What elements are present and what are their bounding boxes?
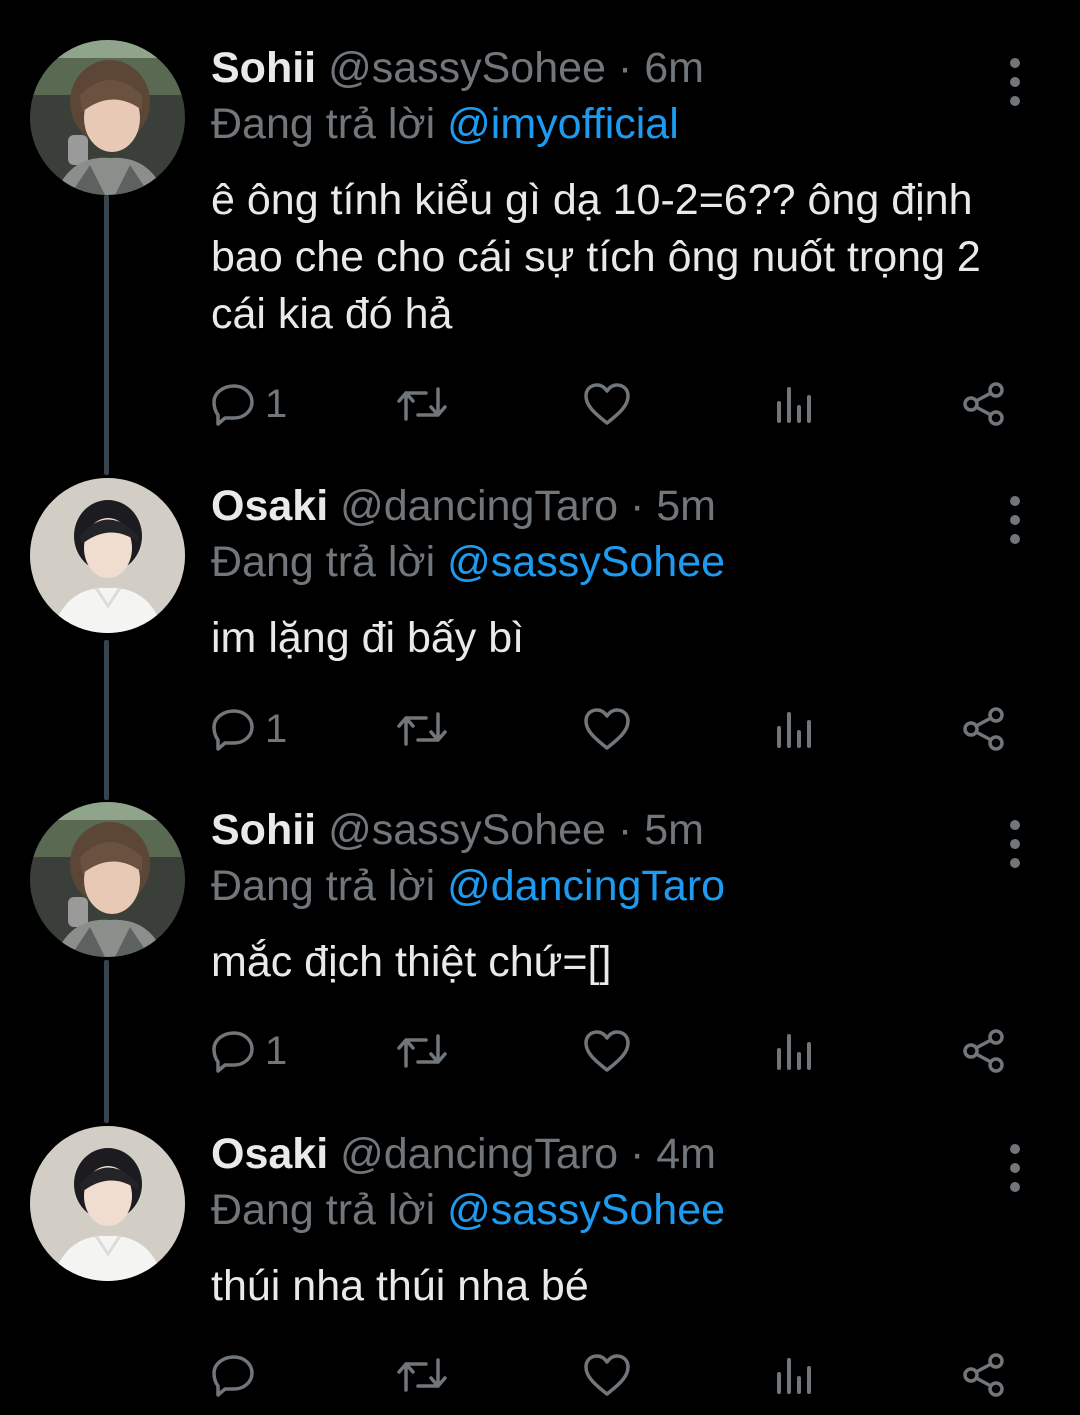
display-name[interactable]: Sohii (211, 806, 316, 854)
retweet-button[interactable] (396, 1345, 448, 1405)
heart-icon (584, 708, 630, 750)
reply-icon (212, 1031, 254, 1073)
replying-to-label: Đang trả lời (211, 862, 436, 910)
heart-icon (584, 1354, 630, 1396)
retweet-icon (397, 712, 447, 746)
action-bar (211, 1345, 1021, 1405)
retweet-icon (397, 1358, 447, 1392)
avatar[interactable] (30, 40, 185, 195)
more-options-icon[interactable] (1000, 490, 1030, 550)
like-button[interactable] (583, 1345, 631, 1405)
separator-dot: · (629, 1130, 645, 1178)
retweet-button[interactable] (396, 374, 448, 434)
reply-icon (212, 709, 254, 751)
tweet-text: im lặng đi bấy bì (211, 614, 525, 662)
reply-button[interactable]: 1 (211, 374, 287, 434)
replying-to-label: Đang trả lời (211, 538, 436, 586)
action-bar: 1 (211, 1021, 1021, 1081)
retweet-icon (397, 1034, 447, 1068)
views-button[interactable] (775, 699, 815, 759)
share-button[interactable] (961, 1021, 1007, 1081)
share-icon (963, 1029, 1004, 1073)
separator-dot: · (617, 44, 633, 92)
reply-thread: Sohii @sassySohee · 6m Đang trả lời @imy… (0, 0, 1080, 1415)
more-options-icon[interactable] (1000, 52, 1030, 112)
avatar[interactable] (30, 478, 185, 633)
mention-link[interactable]: @sassySohee (447, 1186, 725, 1234)
display-name[interactable]: Sohii (211, 44, 316, 92)
share-button[interactable] (961, 1345, 1007, 1405)
more-options-icon[interactable] (1000, 1138, 1030, 1198)
reply-button[interactable]: 1 (211, 1021, 287, 1081)
replying-to: Đang trả lời @imyofficial (211, 96, 1020, 152)
views-button[interactable] (775, 374, 815, 434)
separator-dot: · (629, 482, 645, 530)
user-handle[interactable]: @dancingTaro (340, 482, 618, 530)
reply-icon (212, 384, 254, 426)
views-icon (777, 387, 811, 423)
heart-icon (584, 383, 630, 425)
tweet[interactable]: Osaki @dancingTaro · 4m Đang trả lời @sa… (0, 1126, 1080, 1415)
tweet[interactable]: Sohii @sassySohee · 6m Đang trả lời @imy… (0, 40, 1080, 460)
display-name[interactable]: Osaki (211, 482, 328, 530)
retweet-icon (397, 387, 447, 421)
mention-link[interactable]: @dancingTaro (447, 862, 725, 910)
timestamp[interactable]: 5m (656, 482, 716, 530)
display-name[interactable]: Osaki (211, 1130, 328, 1178)
heart-icon (584, 1030, 630, 1072)
tweet-text: thúi nha thúi nha bé (211, 1262, 589, 1310)
mention-link[interactable]: @sassySohee (447, 538, 725, 586)
replying-to: Đang trả lời @sassySohee (211, 534, 1020, 590)
share-button[interactable] (961, 374, 1007, 434)
retweet-button[interactable] (396, 699, 448, 759)
reply-count: 1 (265, 1028, 288, 1073)
avatar[interactable] (30, 1126, 185, 1281)
replying-to-label: Đang trả lời (211, 1186, 436, 1234)
views-icon (777, 712, 811, 748)
share-button[interactable] (961, 699, 1007, 759)
reply-count: 1 (265, 381, 288, 426)
timestamp[interactable]: 5m (644, 806, 704, 854)
replying-to: Đang trả lời @sassySohee (211, 1182, 1020, 1238)
user-handle[interactable]: @sassySohee (328, 806, 606, 854)
tweet[interactable]: Osaki @dancingTaro · 5m Đang trả lời @sa… (0, 478, 1080, 778)
retweet-button[interactable] (396, 1021, 448, 1081)
reply-button[interactable] (211, 1345, 265, 1405)
avatar[interactable] (30, 802, 185, 957)
like-button[interactable] (583, 699, 631, 759)
views-button[interactable] (775, 1021, 815, 1081)
action-bar: 1 (211, 699, 1021, 759)
separator-dot: · (617, 806, 633, 854)
reply-button[interactable]: 1 (211, 699, 287, 759)
replying-to-label: Đang trả lời (211, 100, 436, 148)
reply-count: 1 (265, 706, 288, 751)
views-icon (777, 1034, 811, 1070)
reply-icon (212, 1355, 254, 1397)
views-icon (777, 1358, 811, 1394)
share-icon (963, 1353, 1004, 1397)
replying-to: Đang trả lời @dancingTaro (211, 858, 1020, 914)
like-button[interactable] (583, 374, 631, 434)
more-options-icon[interactable] (1000, 814, 1030, 874)
action-bar: 1 (211, 374, 1021, 434)
tweet-text: mắc địch thiệt chứ=[] (211, 938, 612, 986)
tweet[interactable]: Sohii @sassySohee · 5m Đang trả lời @dan… (0, 802, 1080, 1102)
like-button[interactable] (583, 1021, 631, 1081)
mention-link[interactable]: @imyofficial (447, 100, 679, 148)
views-button[interactable] (775, 1345, 815, 1405)
timestamp[interactable]: 4m (656, 1130, 716, 1178)
share-icon (963, 382, 1004, 426)
user-handle[interactable]: @dancingTaro (340, 1130, 618, 1178)
user-handle[interactable]: @sassySohee (328, 44, 606, 92)
timestamp[interactable]: 6m (644, 44, 704, 92)
tweet-text: ê ông tính kiểu gì dạ 10-2=6?? ông định … (211, 176, 981, 338)
share-icon (963, 707, 1004, 751)
